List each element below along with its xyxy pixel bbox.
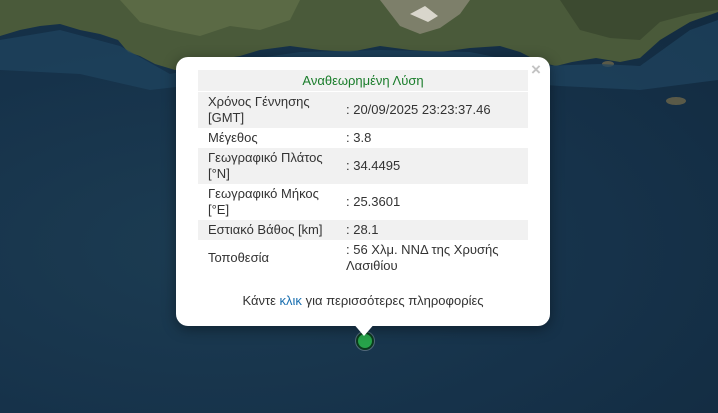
- row-label: Γεωγραφικό Μήκος [°E]: [208, 186, 319, 217]
- row-value: : 28.1: [346, 222, 379, 237]
- row-label: Εστιακό Βάθος [km]: [208, 222, 323, 237]
- table-row: Γεωγραφικό Πλάτος [°N] : 34.4495: [198, 148, 528, 184]
- popup-tip: [352, 322, 376, 336]
- close-icon[interactable]: ×: [527, 61, 545, 79]
- more-suffix: για περισσότερες πληροφορίες: [305, 293, 484, 308]
- row-label: Χρόνος Γέννησης [GMT]: [208, 94, 310, 125]
- table-row: Χρόνος Γέννησης [GMT] : 20/09/2025 23:23…: [198, 92, 528, 128]
- row-label: Μέγεθος: [208, 130, 258, 145]
- info-table: Χρόνος Γέννησης [GMT] : 20/09/2025 23:23…: [198, 92, 528, 276]
- row-value: : 20/09/2025 23:23:37.46: [346, 102, 491, 117]
- row-label: Τοποθεσία: [208, 250, 270, 265]
- row-value: : 3.8: [346, 130, 372, 145]
- more-prefix: Κάντε: [242, 293, 276, 308]
- more-info-link[interactable]: κλικ: [280, 293, 302, 308]
- popup-title: Αναθεωρημένη Λύση: [198, 70, 528, 91]
- row-value: : 25.3601: [346, 194, 401, 209]
- row-label: Γεωγραφικό Πλάτος [°N]: [208, 150, 323, 181]
- table-row: Εστιακό Βάθος [km] : 28.1: [198, 220, 528, 240]
- row-value: : 56 Χλμ. ΝΝΔ της Χρυσής Λασιθίου: [346, 242, 499, 273]
- earthquake-popup: × Αναθεωρημένη Λύση Χρόνος Γέννησης [GMT…: [176, 57, 550, 326]
- row-value: : 34.4495: [346, 158, 401, 173]
- table-row: Τοποθεσία : 56 Χλμ. ΝΝΔ της Χρυσής Λασιθ…: [198, 240, 528, 276]
- table-row: Γεωγραφικό Μήκος [°E] : 25.3601: [198, 184, 528, 220]
- more-info-text: Κάντε κλικ για περισσότερες πληροφορίες: [198, 293, 528, 308]
- table-row: Μέγεθος : 3.8: [198, 128, 528, 148]
